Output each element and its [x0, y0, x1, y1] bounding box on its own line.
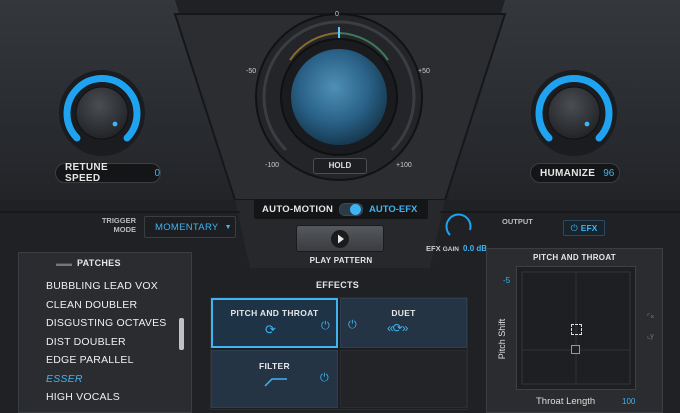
empty-effect-slot	[340, 350, 467, 408]
humanize-display: HUMANIZE 96	[530, 163, 620, 183]
xy-current-marker[interactable]	[571, 345, 580, 354]
patches-scrollbar[interactable]	[179, 318, 184, 350]
patch-item[interactable]: HIGH VOCALS	[18, 388, 190, 407]
efx-gain-label1: EFX	[426, 244, 441, 253]
efx-output-button[interactable]: ⏻ EFX	[563, 220, 605, 236]
xy-y-icon[interactable]: ⌞y	[647, 332, 654, 340]
hold-button[interactable]: HOLD	[313, 158, 367, 174]
play-icon	[331, 230, 349, 248]
trigger-mode-value: MOMENTARY	[155, 221, 219, 233]
xy-x-axis-label: Throat Length	[536, 396, 596, 407]
patches-title: PATCHES	[77, 258, 121, 268]
output-label: OUTPUT	[502, 217, 533, 226]
efx-output-label: EFX	[580, 223, 598, 233]
pitch-throat-effect[interactable]: PITCH AND THROAT ⟳ ⏻	[211, 298, 338, 348]
filter-label: FILTER	[259, 361, 290, 371]
retune-speed-knob[interactable]	[62, 72, 142, 152]
humanize-label: HUMANIZE	[540, 167, 596, 179]
retune-speed-display: RETUNE SPEED 0	[55, 162, 161, 184]
retune-speed-label: RETUNE SPEED	[65, 162, 108, 184]
patch-item[interactable]: CLEAN DOUBLER	[18, 296, 190, 315]
effects-header: EFFECTS	[316, 280, 360, 290]
xy-title: PITCH AND THROAT	[532, 253, 616, 262]
efx-gain-readout: EFX GAIN 0.0 dB	[426, 244, 487, 253]
toggle-knob	[350, 204, 361, 215]
xy-x-icon[interactable]: ⌜×	[647, 313, 654, 321]
auto-motion-label[interactable]: AUTO-MOTION	[262, 204, 333, 215]
list-icon: ▬▬	[56, 258, 72, 268]
play-pattern-label: PLAY PATTERN	[309, 256, 373, 265]
duet-power-icon[interactable]: ⏻	[348, 319, 357, 332]
patch-item[interactable]: EDGE PARALLEL	[18, 351, 190, 370]
filter-curve-icon	[264, 378, 287, 387]
duet-icon: «⟳»	[387, 321, 408, 335]
pitch-throat-label: PITCH AND THROAT	[230, 308, 319, 318]
play-pattern-button[interactable]	[296, 225, 384, 252]
humanize-value[interactable]: 96	[603, 168, 614, 179]
efx-gain-knob[interactable]	[446, 213, 472, 239]
efx-gain-label2: GAIN	[442, 246, 459, 253]
pitch-throat-power-icon[interactable]: ⏻	[321, 320, 330, 333]
patch-item-selected[interactable]: ESSER	[18, 370, 190, 389]
xy-y-axis-label: Pitch Shift	[497, 318, 507, 360]
patches-header: ▬▬ PATCHES	[56, 258, 121, 268]
patches-list: BUBBLING LEAD VOX CLEAN DOUBLER DISGUSTI…	[18, 281, 190, 413]
dial-tick-right: +50	[418, 68, 430, 75]
trigger-label-line2: MODE	[113, 225, 137, 234]
power-icon: ⏻	[570, 222, 578, 233]
dial-tick-left: -50	[246, 68, 257, 75]
xy-y-value: -5	[503, 276, 511, 285]
filter-effect[interactable]: FILTER ⏻	[211, 350, 338, 408]
efx-gain-value[interactable]: 0.0 dB	[463, 244, 487, 253]
trigger-mode-label: TRIGGER MODE	[92, 216, 136, 234]
patch-item[interactable]: DIST DOUBLER	[18, 333, 190, 352]
trigger-label-line1: TRIGGER	[101, 216, 136, 225]
xy-target-marker[interactable]	[571, 324, 582, 335]
dial-orb[interactable]	[291, 49, 387, 145]
dial-tick-top: 0	[335, 11, 339, 18]
xy-pad[interactable]	[516, 266, 636, 390]
trigger-mode-dropdown[interactable]: MOMENTARY ▼	[144, 216, 236, 238]
auto-efx-label[interactable]: AUTO-EFX	[369, 204, 417, 215]
chevron-down-icon: ▼	[224, 223, 232, 231]
retune-speed-value[interactable]: 0	[154, 168, 160, 179]
filter-power-icon[interactable]: ⏻	[320, 372, 329, 385]
duet-label: DUET	[391, 308, 416, 318]
patch-item[interactable]: DISGUSTING OCTAVES	[18, 314, 190, 333]
auto-mode-toggle[interactable]	[339, 203, 363, 216]
humanize-knob[interactable]	[534, 72, 614, 152]
xy-x-value: 100	[622, 397, 636, 406]
dial-tick-bottom-left: -100	[265, 162, 280, 169]
duet-effect[interactable]: ⏻ DUET «⟳»	[340, 298, 467, 348]
patch-item[interactable]: BUBBLING LEAD VOX	[18, 281, 190, 296]
dial-tick-bottom-right: +100	[396, 162, 412, 169]
pitch-throat-icon: ⟳	[265, 322, 276, 337]
